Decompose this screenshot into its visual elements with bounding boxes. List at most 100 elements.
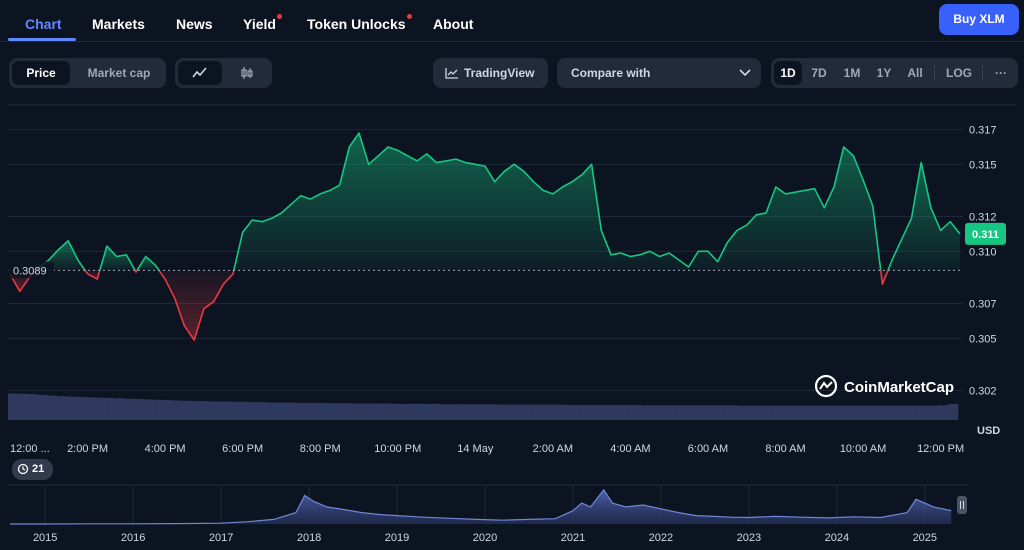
- notification-dot-icon: [406, 14, 412, 19]
- tab-token-unlocks-label: Token Unlocks: [307, 16, 406, 32]
- volume-bar: [574, 404, 585, 420]
- x-tick-label: 14 May: [457, 443, 494, 455]
- market-cap-button[interactable]: Market cap: [75, 61, 163, 85]
- x-tick-label: 2:00 PM: [67, 443, 108, 455]
- volume-bar: [75, 396, 86, 420]
- volume-bar: [276, 402, 287, 420]
- x-tick-label: 4:00 PM: [145, 443, 186, 455]
- navigator-year-label: 2024: [825, 532, 849, 544]
- volume-bar: [257, 402, 268, 420]
- volume-bar: [852, 405, 863, 420]
- volume-bar: [46, 395, 57, 420]
- volume-bar: [862, 405, 872, 420]
- price-button[interactable]: Price: [12, 61, 70, 85]
- volume-bar: [727, 405, 738, 420]
- volume-bar: [526, 404, 537, 420]
- buy-button[interactable]: Buy XLM: [939, 4, 1019, 35]
- volume-bar: [420, 403, 431, 420]
- volume-bar: [554, 404, 565, 420]
- x-tick-label: 8:00 PM: [300, 443, 341, 455]
- range-7d-button[interactable]: 7D: [805, 61, 833, 85]
- volume-bar: [766, 405, 776, 420]
- volume-bar: [171, 400, 182, 420]
- tab-token-unlocks[interactable]: Token Unlocks: [307, 14, 412, 32]
- volume-bar: [564, 404, 575, 420]
- baseline-label: 0.3089: [13, 265, 47, 277]
- tab-yield-label: Yield: [243, 16, 276, 32]
- navigator-year-label: 2017: [209, 532, 233, 544]
- range-all-button[interactable]: All: [901, 61, 929, 85]
- price-chart-svg[interactable]: 0.3089 0.302 0.305 0.307 0.310 0.312 0.315 0.3…: [0, 100, 1024, 550]
- volume-bar: [823, 405, 834, 420]
- volume-bar: [948, 403, 959, 420]
- tradingview-button[interactable]: TradingView: [433, 58, 548, 88]
- x-tick-label: 12:00 PM: [917, 443, 964, 455]
- compare-with-select[interactable]: Compare with: [557, 58, 761, 88]
- line-chart-button[interactable]: [178, 61, 222, 85]
- volume-bar: [199, 401, 210, 420]
- volume-bar: [411, 403, 421, 420]
- volume-bar: [679, 405, 690, 420]
- navigator-year-label: 2020: [473, 532, 497, 544]
- volume-bar: [660, 405, 671, 420]
- x-tick-label: 10:00 PM: [374, 443, 421, 455]
- candlestick-chart-button[interactable]: [225, 61, 269, 85]
- y-tick-label: 0.312: [969, 212, 997, 224]
- volume-bar: [190, 401, 201, 420]
- volume-bar: [228, 401, 239, 420]
- volume-bar: [391, 403, 402, 420]
- volume-bar: [161, 400, 172, 420]
- volume-bar: [756, 405, 767, 420]
- navigator-year-label: 2019: [385, 532, 409, 544]
- range-1y-button[interactable]: 1Y: [871, 61, 897, 85]
- line-chart-icon: [192, 67, 207, 78]
- tab-news[interactable]: News: [176, 16, 213, 32]
- volume-bar: [775, 405, 786, 420]
- volume-bar: [295, 402, 306, 420]
- volume-bar: [8, 393, 18, 420]
- price-area-down: [159, 270, 234, 340]
- volume-bar: [833, 405, 844, 420]
- volume-bar: [890, 405, 901, 420]
- tab-markets[interactable]: Markets: [92, 16, 145, 32]
- coinmarketcap-watermark: CoinMarketCap: [844, 379, 954, 396]
- volume-bar: [910, 405, 920, 420]
- tab-about[interactable]: About: [433, 16, 473, 32]
- tab-chart[interactable]: Chart: [25, 16, 62, 32]
- volume-bar: [305, 402, 316, 420]
- volume-bar: [103, 397, 114, 420]
- range-1m-button[interactable]: 1M: [837, 61, 867, 85]
- volume-bar: [746, 405, 757, 420]
- navigator-year-label: 2023: [737, 532, 761, 544]
- tradingview-label: TradingView: [464, 66, 535, 80]
- volume-bar: [650, 405, 661, 420]
- divider: [982, 65, 983, 81]
- history-badge[interactable]: 21: [12, 459, 53, 480]
- volume-bar: [938, 405, 949, 420]
- time-range-selector: 1D 7D 1M 1Y All LOG ···: [771, 58, 1018, 88]
- volume-bar: [718, 405, 728, 420]
- volume-bar: [382, 403, 393, 420]
- log-scale-button[interactable]: LOG: [941, 61, 977, 85]
- history-count: 21: [32, 463, 45, 475]
- x-tick-label: 6:00 PM: [222, 443, 263, 455]
- y-tick-label: 0.317: [969, 125, 997, 137]
- volume-bar: [151, 399, 162, 420]
- volume-bar: [430, 403, 441, 420]
- more-options-button[interactable]: ···: [987, 61, 1015, 85]
- volume-bar: [516, 404, 527, 420]
- navigator-year-label: 2022: [649, 532, 673, 544]
- navigator-handle[interactable]: [957, 496, 967, 514]
- volume-bar: [65, 396, 76, 420]
- volume-bar: [238, 401, 249, 420]
- price-area-up: [233, 133, 881, 271]
- tab-yield[interactable]: Yield: [243, 14, 282, 32]
- range-1d-button[interactable]: 1D: [774, 61, 802, 85]
- volume-bar: [881, 405, 892, 420]
- volume-bar: [209, 401, 220, 420]
- price-marketcap-toggle: Price Market cap: [9, 58, 166, 88]
- volume-bar: [353, 403, 364, 420]
- volume-bar: [737, 405, 748, 420]
- navigator-year-label: 2016: [121, 532, 145, 544]
- volume-bar: [814, 405, 824, 420]
